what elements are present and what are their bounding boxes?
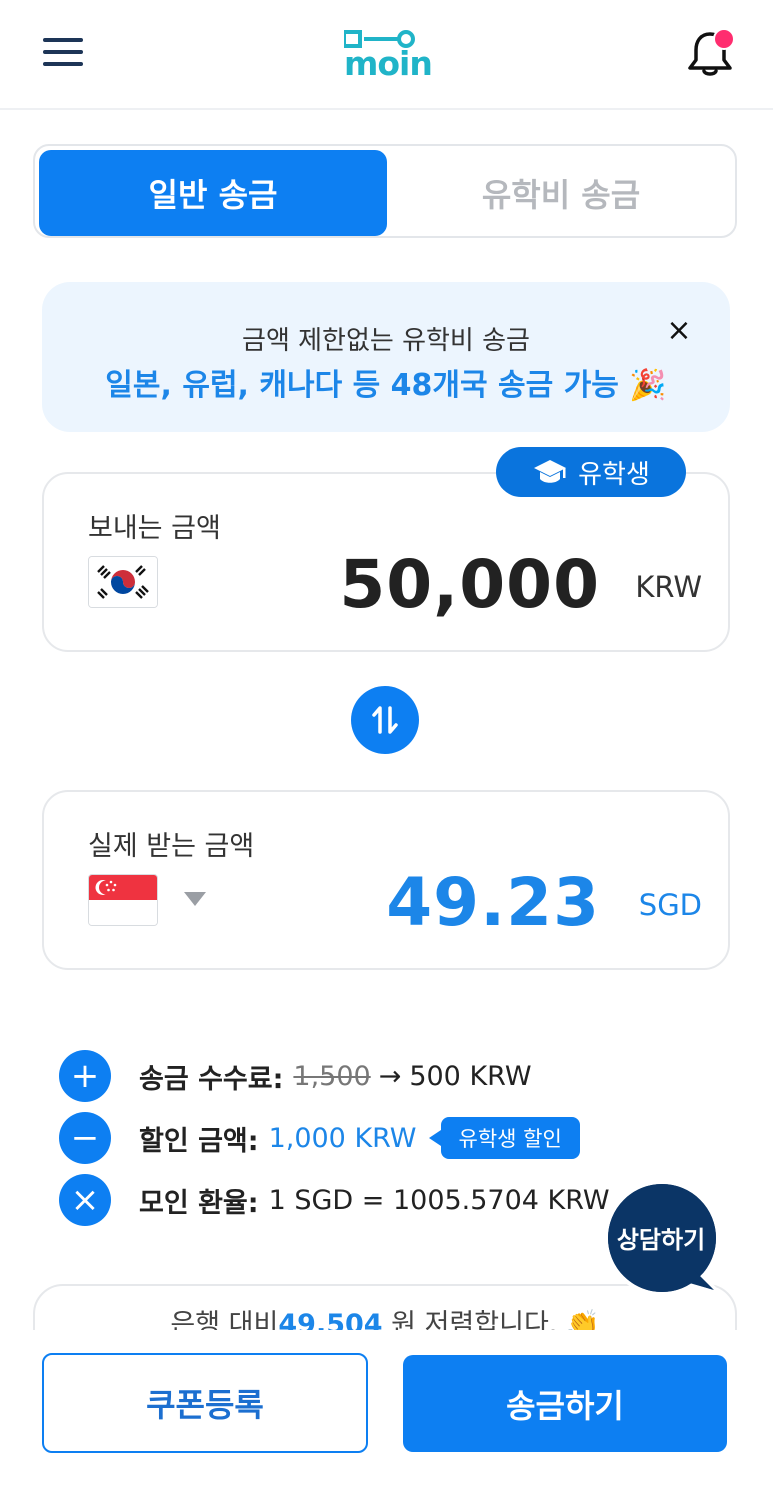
student-discount-tag: 유학생 할인: [428, 1117, 580, 1159]
close-icon[interactable]: ×: [666, 316, 692, 346]
swap-currency-button[interactable]: [351, 686, 419, 754]
rate-value: 1 SGD = 1005.5704 KRW: [268, 1184, 610, 1216]
rate-label: 모인 환율:: [139, 1187, 259, 1219]
receive-amount-label: 실제 받는 금액: [88, 831, 255, 862]
send-money-button[interactable]: 송금하기: [403, 1355, 727, 1452]
receive-amount-card: 실제 받는 금액 49.23 SGD: [42, 790, 730, 970]
plus-icon: +: [59, 1050, 111, 1102]
rate-row: × 모인 환율: 1 SGD = 1005.5704 KRW: [59, 1174, 610, 1226]
minus-icon: −: [59, 1112, 111, 1164]
promo-title: 금액 제한없는 유학비 송금: [242, 326, 530, 356]
multiply-icon: ×: [59, 1174, 111, 1226]
tab-general-transfer[interactable]: 일반 송금: [39, 150, 387, 236]
discount-label: 할인 금액:: [139, 1125, 259, 1157]
transfer-type-tabs: 일반 송금 유학비 송금: [33, 144, 737, 238]
moin-logo[interactable]: moin: [344, 30, 433, 83]
register-coupon-button[interactable]: 쿠폰등록: [42, 1353, 368, 1453]
swap-arrows-icon: [372, 706, 398, 734]
consult-chat-button[interactable]: 상담하기: [602, 1180, 722, 1300]
tab-tuition-transfer[interactable]: 유학비 송금: [387, 150, 735, 236]
promo-banner[interactable]: 금액 제한없는 유학비 송금 일본, 유럽, 캐나다 등 48개국 송금 가능 …: [42, 282, 730, 432]
receive-amount-value: 49.23: [386, 864, 600, 941]
consult-label: 상담하기: [616, 1226, 706, 1254]
send-currency: KRW: [635, 570, 702, 604]
fee-row: + 송금 수수료: 1,500 → 500 KRW: [59, 1050, 532, 1102]
send-amount-label: 보내는 금액: [88, 513, 221, 544]
student-badge-label: 유학생: [578, 459, 650, 490]
discount-row: − 할인 금액: 1,000 KRW 유학생 할인: [59, 1112, 580, 1164]
fee-arrow: →: [378, 1060, 402, 1092]
fee-old-value: 1,500: [293, 1060, 371, 1092]
discount-value: 1,000 KRW: [268, 1122, 417, 1154]
send-amount-card: 보내는 금액 50,000 KRW: [42, 472, 730, 652]
fee-new-value: 500 KRW: [409, 1060, 532, 1092]
singapore-flag-icon[interactable]: [88, 874, 158, 926]
fee-label: 송금 수수료:: [139, 1063, 284, 1095]
menu-icon[interactable]: [43, 38, 83, 66]
logo-text: moin: [344, 44, 433, 83]
currency-dropdown-caret-icon[interactable]: [184, 892, 206, 906]
app-header: moin: [0, 0, 773, 110]
receive-currency: SGD: [638, 888, 702, 922]
student-badge[interactable]: 유학생: [496, 447, 686, 497]
graduation-cap-icon: [534, 460, 567, 483]
promo-subtitle: 일본, 유럽, 캐나다 등 48개국 송금 가능 🎉: [105, 368, 667, 403]
notification-dot: [713, 28, 735, 50]
south-korea-flag-icon[interactable]: [88, 556, 158, 608]
send-amount-value[interactable]: 50,000: [339, 546, 600, 623]
